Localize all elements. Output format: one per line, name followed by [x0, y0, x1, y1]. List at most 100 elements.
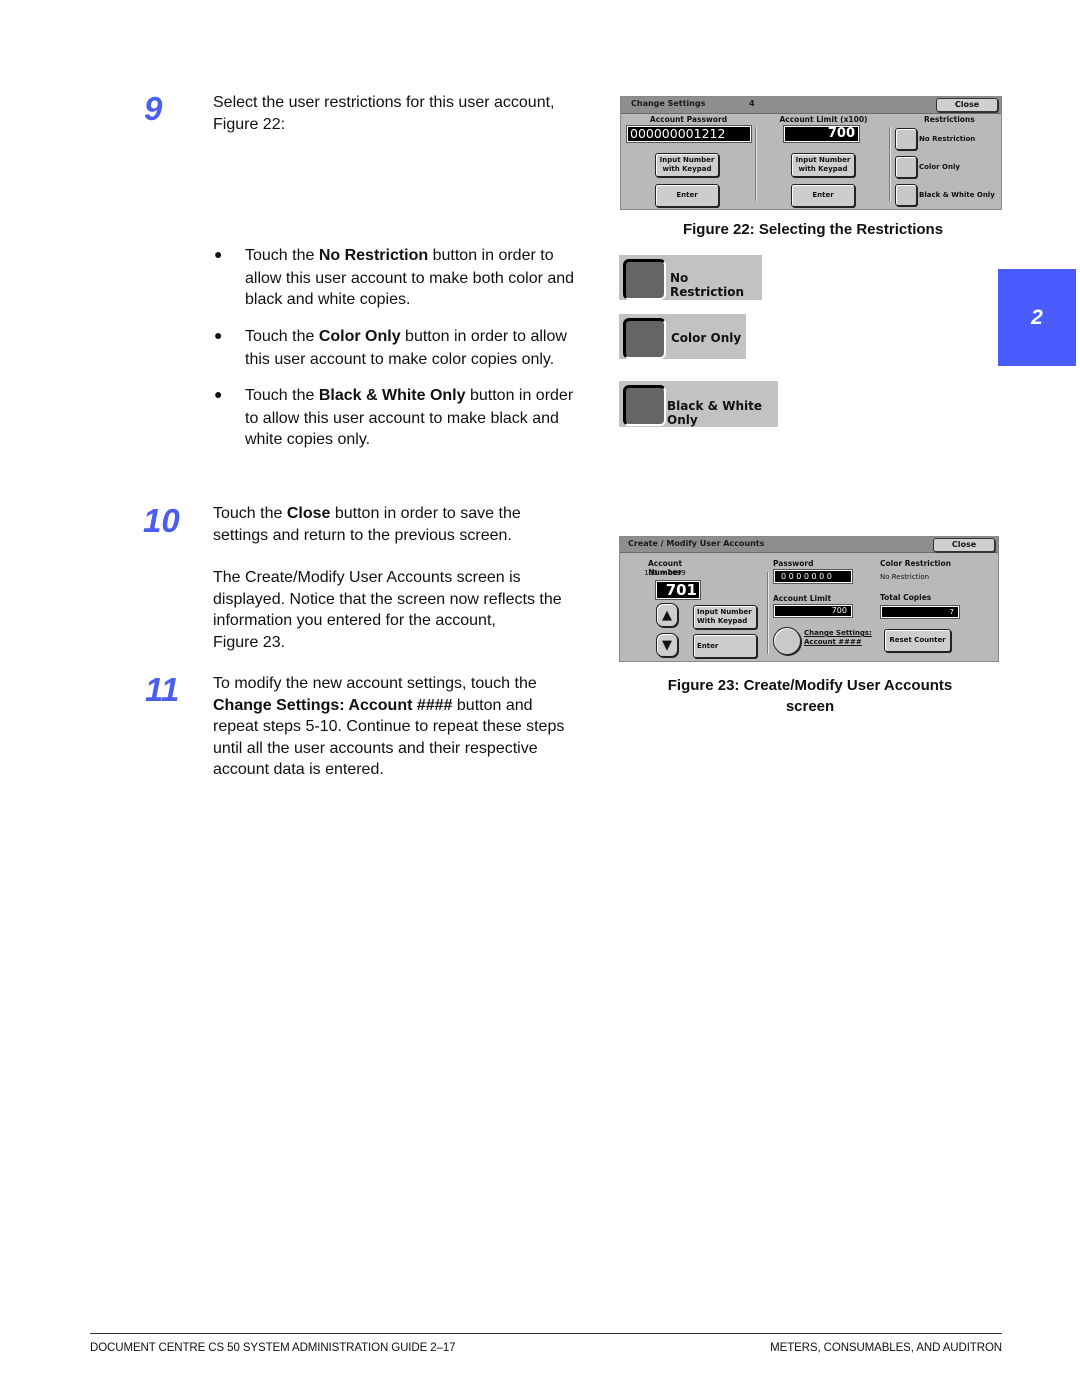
black-white-only-option[interactable]: Black & White Only [619, 381, 778, 427]
password-label: Password [773, 559, 814, 568]
divider [889, 127, 890, 201]
change-settings-screen: Change Settings 4 Close Account Password… [620, 96, 1002, 210]
no-restriction-label: No Restriction [919, 135, 976, 143]
step-9-intro: Select the user restrictions for this us… [213, 92, 603, 135]
account-range: 100 → 2099 [644, 569, 686, 577]
close-button[interactable]: Close [933, 538, 995, 552]
step-number-10: 10 [143, 502, 180, 539]
account-password-field[interactable]: 000000001212 [626, 125, 752, 143]
input-number-keypad-button-limit[interactable]: Input Number with Keypad [791, 153, 855, 177]
input-number-keypad-button[interactable]: Input Number With Keypad [693, 605, 757, 629]
increment-button[interactable]: ▲ [656, 603, 678, 627]
bullet-text: to allow this user account to make black… [245, 409, 559, 427]
color-only-option-label: Color Only [671, 331, 742, 345]
bullet-text: button in order to allow [400, 328, 567, 345]
footer-right: METERS, CONSUMABLES, AND AUDITRON [770, 1342, 1002, 1354]
change-settings-round-button[interactable] [773, 627, 801, 655]
bullet-bold-term: No Restriction [318, 247, 429, 264]
screen-title: Change Settings [631, 99, 706, 108]
step-text: until all the user accounts and their re… [213, 739, 538, 757]
bullet-text: button in order to [428, 247, 554, 264]
total-copies-label: Total Copies [880, 593, 932, 602]
color-restriction-value: No Restriction [880, 573, 930, 581]
change-settings-line: Account #### [804, 638, 862, 646]
step-text: account data is entered. [213, 761, 384, 778]
color-only-option[interactable]: Color Only [619, 314, 746, 359]
step-text: button in order to save the [330, 505, 521, 522]
account-limit-field[interactable]: 700 [773, 604, 853, 618]
arrow-up-icon: ▲ [662, 607, 672, 623]
bullet-color-only: ● Touch the Color Only button in order t… [214, 326, 615, 370]
figure-22-caption: Figure 22: Selecting the Restrictions [682, 221, 944, 238]
account-limit-label: Account Limit (x100) [779, 115, 868, 124]
divider [767, 572, 768, 654]
black-white-only-button[interactable] [895, 184, 917, 206]
note-line: displayed. Notice that the screen now re… [213, 590, 562, 608]
reset-counter-button[interactable]: Reset Counter [884, 629, 951, 652]
step-9-intro-line: Figure 22: [213, 115, 286, 133]
arrow-down-icon: ▼ [662, 637, 672, 653]
step-bold-term: Change Settings: Account #### [213, 696, 453, 714]
black-white-only-option-label: Black & White Only [667, 399, 763, 427]
step-bold-term: Close [286, 505, 331, 522]
bullet-bold-term: Color Only [318, 328, 401, 345]
color-only-square-button[interactable] [623, 318, 666, 359]
divider [755, 127, 756, 201]
black-white-only-square-button[interactable] [623, 385, 666, 426]
bullet-text: this user account to make color copies o… [245, 350, 555, 368]
color-only-button[interactable] [895, 156, 917, 178]
color-restriction-label: Color Restriction [880, 559, 951, 568]
create-modify-user-accounts-screen: Create / Modify User Accounts Close Acco… [619, 536, 999, 662]
bullet-text: Touch the [245, 247, 319, 264]
restrictions-label: Restrictions [924, 115, 975, 124]
note-line: The Create/Modify User Accounts screen i… [213, 569, 521, 586]
screen-title-number: 4 [749, 99, 755, 108]
input-number-keypad-button[interactable]: Input Number with Keypad [655, 153, 719, 177]
enter-button[interactable]: Enter [693, 634, 757, 658]
account-limit-field[interactable]: 700 [783, 125, 860, 143]
bullet-dot: ● [214, 246, 223, 262]
bullet-bold-term: Black & White Only [318, 387, 466, 404]
bullet-no-restriction: ● Touch the No Restriction button in ord… [214, 245, 615, 311]
no-restriction-option-label: No Restriction [670, 271, 745, 299]
no-restriction-option[interactable]: No Restriction [619, 255, 762, 300]
account-limit-label: Account Limit [773, 594, 832, 603]
footer-left: DOCUMENT CENTRE CS 50 SYSTEM ADMINISTRAT… [90, 1342, 456, 1354]
black-white-only-label: Black & White Only [919, 191, 995, 199]
enter-button-limit[interactable]: Enter [791, 184, 855, 207]
screen-title: Create / Modify User Accounts [628, 539, 765, 548]
chapter-tab: 2 [998, 269, 1076, 366]
bullet-black-white-only: ● Touch the Black & White Only button in… [214, 385, 615, 451]
step-number-11: 11 [145, 671, 180, 708]
step-text: To modify the new account settings, touc… [213, 675, 537, 692]
bullet-text: allow this user account to make both col… [245, 269, 575, 287]
enter-button[interactable]: Enter [655, 184, 719, 207]
bullet-text: Touch the [245, 387, 319, 404]
step-10-text: Touch the Close button in order to save … [213, 503, 608, 546]
decrement-button[interactable]: ▼ [656, 633, 678, 657]
caption-line: screen [785, 698, 835, 715]
close-button[interactable]: Close [936, 98, 998, 112]
step-number-9: 9 [144, 90, 163, 127]
bullet-text: black and white copies. [245, 291, 411, 308]
account-number-field[interactable]: 701 [655, 580, 701, 600]
no-restriction-button[interactable] [895, 128, 917, 150]
bullet-text: white copies only. [245, 431, 371, 448]
bullet-text: button in order [465, 387, 574, 404]
step-text: settings and return to the previous scre… [213, 526, 512, 544]
step-text: repeat steps 5-10. Continue to repeat th… [213, 718, 565, 735]
note-line: Figure 23. [213, 633, 286, 651]
caption-line: Figure 23: Create/Modify User Accounts [667, 677, 953, 694]
account-password-label: Account Password [649, 115, 728, 124]
bullet-text: Touch the [245, 328, 319, 345]
step-text: button and [452, 696, 533, 714]
change-settings-account-label[interactable]: Change Settings: Account #### [804, 629, 872, 647]
bullet-dot: ● [214, 327, 223, 343]
no-restriction-square-button[interactable] [623, 259, 666, 300]
figure-23-caption: Figure 23: Create/Modify User Accounts s… [600, 675, 1020, 717]
step-9-intro-line: Select the user restrictions for this us… [213, 94, 555, 111]
password-field[interactable]: 0 0 0 0 0 0 0 [773, 569, 853, 584]
footer-rule [90, 1333, 1002, 1334]
step-10-note: The Create/Modify User Accounts screen i… [213, 567, 608, 653]
color-only-label: Color Only [919, 163, 960, 171]
